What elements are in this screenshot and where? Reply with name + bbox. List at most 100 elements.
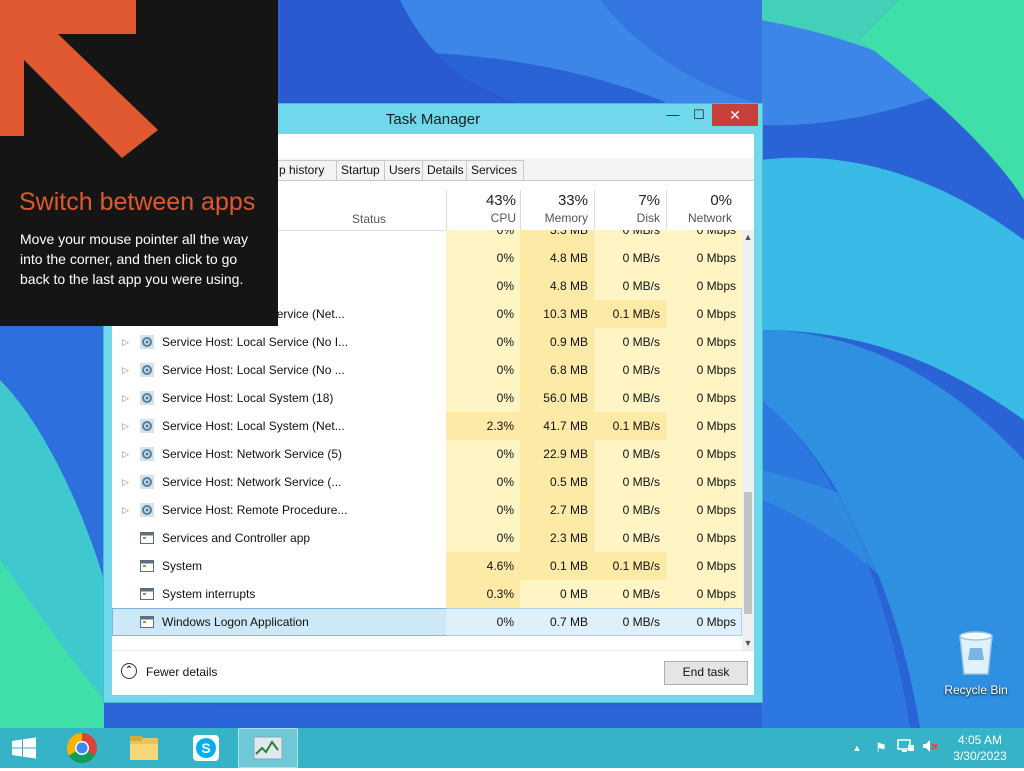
scrollbar-thumb[interactable] xyxy=(744,492,752,614)
process-memory: 0.9 MB xyxy=(520,328,594,356)
task-manager-icon[interactable] xyxy=(238,728,298,768)
process-disk: 0.1 MB/s xyxy=(594,552,666,580)
column-header-cpu[interactable]: 43% CPU xyxy=(446,186,516,230)
process-row[interactable]: ▷ Service Host: Local Service (No I... 0% 0… xyxy=(112,328,742,356)
expand-arrow-icon[interactable]: ▷ xyxy=(122,384,134,412)
process-row[interactable]: System interrupts 0.3% 0 MB 0 MB/s 0 Mbps xyxy=(112,580,742,608)
process-disk: 0 MB/s xyxy=(594,440,666,468)
process-cpu: 0% xyxy=(446,244,520,272)
service-gear-icon xyxy=(140,447,154,461)
process-name: Service Host: Network Service (... xyxy=(162,475,342,489)
process-name: Service Host: Local Service (No ... xyxy=(162,363,345,377)
process-disk: 0 MB/s xyxy=(594,328,666,356)
recycle-bin[interactable]: Recycle Bin xyxy=(938,630,1014,697)
skype-icon[interactable]: S xyxy=(176,728,236,768)
process-row[interactable]: ▷ Service Host: Network Service (... 0% 0.5… xyxy=(112,468,742,496)
service-gear-icon xyxy=(140,419,154,433)
process-network: 0 Mbps xyxy=(666,580,742,608)
tab-startup[interactable]: Startup xyxy=(336,160,390,180)
network-icon[interactable] xyxy=(896,738,916,758)
process-window-icon xyxy=(140,532,154,544)
network-label: Network xyxy=(687,211,732,225)
process-name: Service Host: Local System (Net... xyxy=(162,419,345,433)
process-cpu: 0% xyxy=(446,496,520,524)
tab-services[interactable]: Services xyxy=(466,160,524,180)
corner-arrow-icon xyxy=(0,0,158,158)
end-task-button[interactable]: End task xyxy=(664,661,748,685)
column-header-disk[interactable]: 7% Disk xyxy=(594,186,660,230)
expand-arrow-icon[interactable]: ▷ xyxy=(122,496,134,524)
expand-arrow-icon[interactable]: ▷ xyxy=(122,328,134,356)
process-row[interactable]: ▷ Service Host: Local System (Net... 2.3% 4… xyxy=(112,412,742,440)
file-explorer-icon[interactable] xyxy=(114,728,174,768)
process-network: 0 Mbps xyxy=(666,328,742,356)
process-name: Services and Controller app xyxy=(162,531,311,545)
process-disk: 0 MB/s xyxy=(594,608,666,636)
process-row[interactable]: ▷ Service Host: Remote Procedure... 0% 2.7 … xyxy=(112,496,742,524)
recycle-bin-label: Recycle Bin xyxy=(944,683,1008,697)
scroll-down-icon[interactable]: ▼ xyxy=(742,636,754,650)
process-row[interactable]: Windows Logon Application 0% 0.7 MB 0 MB/s 0… xyxy=(112,608,742,636)
process-cpu: 0% xyxy=(446,384,520,412)
process-network: 0 Mbps xyxy=(666,468,742,496)
hint-title: Switch between apps xyxy=(19,188,256,216)
column-header-status[interactable]: Status xyxy=(352,212,386,226)
clock-time: 4:05 AM xyxy=(957,733,1003,747)
expand-arrow-icon[interactable]: ▷ xyxy=(122,468,134,496)
process-memory: 3.3 MB xyxy=(520,230,594,244)
process-network: 0 Mbps xyxy=(666,608,742,636)
process-disk: 0 MB/s xyxy=(594,580,666,608)
svg-text:S: S xyxy=(201,740,210,756)
process-cpu: 4.6% xyxy=(446,552,520,580)
process-name: Service Host: Remote Procedure... xyxy=(162,503,348,517)
process-row[interactable]: Services and Controller app 0% 2.3 MB 0 MB/… xyxy=(112,524,742,552)
maximize-button[interactable]: ☐ xyxy=(686,104,712,126)
windows-start-icon[interactable] xyxy=(0,728,48,768)
process-memory: 6.8 MB xyxy=(520,356,594,384)
fewer-details-link[interactable]: Fewer details xyxy=(146,665,217,679)
process-cpu: 0% xyxy=(446,328,520,356)
process-network: 0 Mbps xyxy=(666,552,742,580)
service-gear-icon xyxy=(140,475,154,489)
column-header-memory[interactable]: 33% Memory xyxy=(520,186,588,230)
close-button[interactable]: ✕ xyxy=(712,104,758,126)
process-disk: 0 MB/s xyxy=(594,468,666,496)
process-disk: 0 MB/s xyxy=(594,230,666,244)
action-center-flag-icon[interactable]: ⚑ xyxy=(872,738,890,758)
scroll-up-icon[interactable]: ▲ xyxy=(742,230,754,244)
expand-arrow-icon[interactable]: ▷ xyxy=(122,356,134,384)
process-disk: 0 MB/s xyxy=(594,496,666,524)
footer-bar: ⌃ Fewer details End task xyxy=(112,650,754,695)
system-clock[interactable]: 4:05 AM 3/30/2023 xyxy=(946,732,1014,764)
chrome-icon[interactable] xyxy=(52,728,112,768)
tab-details[interactable]: Details xyxy=(422,160,472,180)
expand-arrow-icon[interactable]: ▷ xyxy=(122,440,134,468)
process-memory: 4.8 MB xyxy=(520,272,594,300)
process-row[interactable]: ▷ Service Host: Local Service (No ... 0% 6.… xyxy=(112,356,742,384)
process-network: 0 Mbps xyxy=(666,230,742,244)
service-gear-icon xyxy=(140,363,154,377)
process-cpu: 0% xyxy=(446,608,520,636)
show-hidden-icons-icon[interactable]: ▲ xyxy=(850,738,864,758)
service-gear-icon xyxy=(140,391,154,405)
vertical-scrollbar[interactable]: ▲ ▼ xyxy=(742,230,754,650)
process-row[interactable]: ▷ Service Host: Network Service (5) 0% 22.9… xyxy=(112,440,742,468)
process-cpu: 0% xyxy=(446,272,520,300)
minimize-button[interactable]: — xyxy=(660,104,686,126)
disk-label: Disk xyxy=(636,211,660,225)
tab-app-history[interactable]: p history xyxy=(274,160,344,180)
process-memory: 22.9 MB xyxy=(520,440,594,468)
switch-apps-hint: Switch between apps Move your mouse poin… xyxy=(0,0,278,326)
process-row[interactable]: System 4.6% 0.1 MB 0.1 MB/s 0 Mbps xyxy=(112,552,742,580)
process-name: Service Host: Local System (18) xyxy=(162,391,334,405)
process-row[interactable]: ▷ Service Host: Local System (18) 0% 56.0 M… xyxy=(112,384,742,412)
column-header-network[interactable]: 0% Network xyxy=(666,186,732,230)
memory-percent: 33% xyxy=(557,192,588,209)
hint-body: Move your mouse pointer all the way into… xyxy=(20,231,248,287)
process-name: Windows Logon Application xyxy=(162,615,309,629)
volume-muted-icon[interactable] xyxy=(920,738,940,758)
process-cpu: 0% xyxy=(446,300,520,328)
chevron-up-icon[interactable]: ⌃ xyxy=(121,663,137,679)
process-cpu: 2.3% xyxy=(446,412,520,440)
expand-arrow-icon[interactable]: ▷ xyxy=(122,412,134,440)
